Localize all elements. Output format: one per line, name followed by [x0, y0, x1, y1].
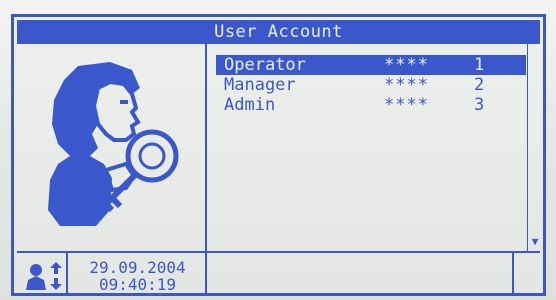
status-divider — [17, 251, 540, 253]
user-pin: **** — [384, 95, 429, 115]
user-name: Admin — [224, 95, 276, 115]
user-level: 3 — [474, 95, 485, 115]
time-text: 09:40:19 — [98, 275, 177, 294]
user-with-key-icon — [48, 62, 179, 226]
user-name: Manager — [224, 75, 296, 95]
user-level: 1 — [474, 55, 485, 75]
status-icon-divider — [66, 253, 68, 296]
user-name: Operator — [224, 55, 306, 75]
list-item-admin[interactable]: Admin **** 3 — [216, 95, 526, 115]
user-pin: **** — [384, 55, 429, 75]
list-item-operator[interactable]: Operator **** 1 — [216, 55, 526, 75]
user-pin: **** — [384, 75, 429, 95]
status-right-divider — [512, 253, 514, 296]
status-panel-divider — [205, 253, 207, 296]
user-list: Operator **** 1 Manager **** 2 Admin ***… — [216, 55, 526, 115]
scrollbar-track[interactable] — [527, 44, 528, 252]
date-time-display: 29.09.2004 09:40:19 — [70, 260, 205, 294]
user-switch-icon[interactable] — [24, 262, 64, 292]
window-title: User Account — [17, 20, 540, 44]
avatar-divider — [205, 44, 207, 252]
user-level: 2 — [474, 75, 485, 95]
list-item-manager[interactable]: Manager **** 2 — [216, 75, 526, 95]
scroll-down-arrow-icon[interactable]: ▼ — [530, 236, 540, 248]
